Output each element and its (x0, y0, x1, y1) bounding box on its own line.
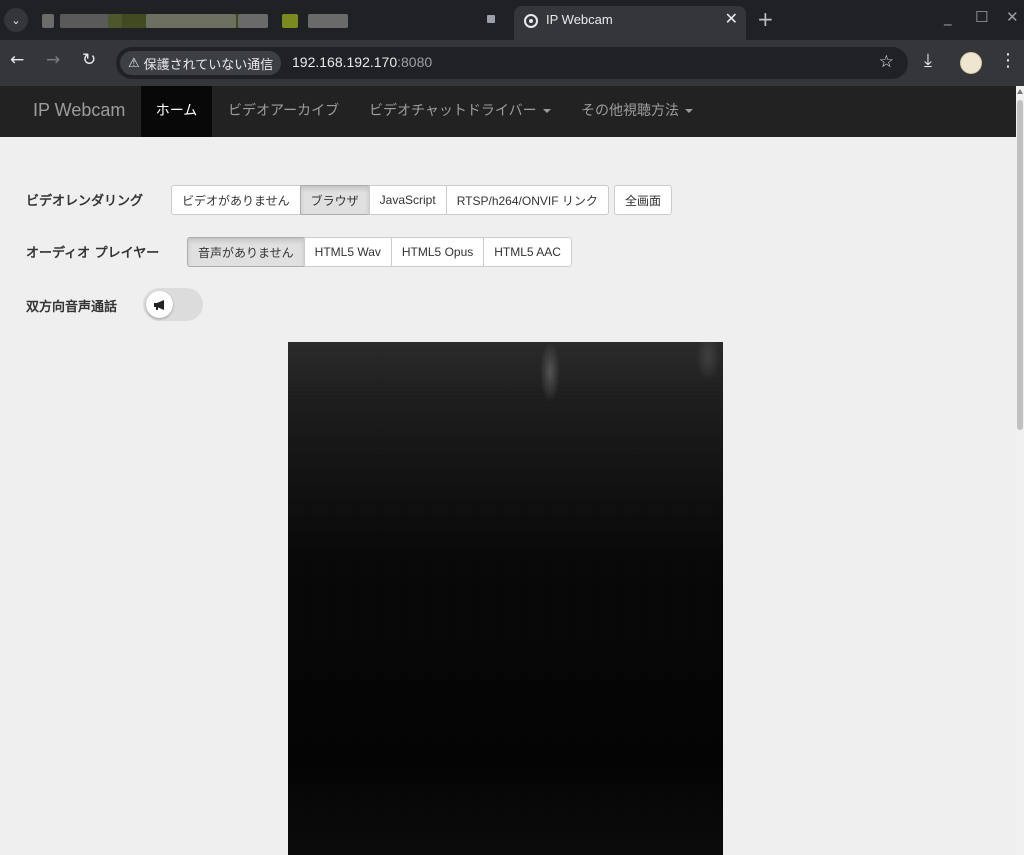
download-icon[interactable]: ⤓ (924, 50, 932, 71)
address-bar[interactable]: ⚠ 保護されていない通信 192.168.192.170:8080 ☆ (116, 47, 908, 79)
fullscreen-button[interactable]: 全画面 (614, 185, 673, 215)
tab-title: IP Webcam (546, 12, 613, 27)
window-close-icon[interactable]: ✕ (1006, 8, 1019, 26)
maximize-icon[interactable]: ☐ (975, 8, 988, 26)
warning-icon: ⚠ (128, 55, 140, 71)
video-option-rtsp[interactable]: RTSP/h264/ONVIF リンク (445, 185, 609, 215)
webcam-favicon-icon (524, 14, 538, 28)
profile-avatar[interactable] (960, 52, 982, 74)
audio-player-label: オーディオ プレイヤー (26, 246, 160, 261)
chevron-down-icon (685, 109, 693, 113)
url-text[interactable]: 192.168.192.170:8080 (292, 54, 432, 70)
active-tab[interactable]: IP Webcam ✕ (514, 6, 746, 40)
audio-option-aac[interactable]: HTML5 AAC (483, 237, 572, 267)
video-stream[interactable] (288, 342, 723, 855)
toggle-knob (146, 291, 173, 318)
security-label: 保護されていない通信 (143, 57, 274, 73)
new-tab-icon[interactable]: + (757, 7, 774, 31)
kebab-menu-icon[interactable]: ⋮ (999, 50, 1017, 71)
reload-icon[interactable]: ↻ (82, 50, 96, 70)
nav-other-viewing[interactable]: その他視聴方法 (581, 86, 693, 137)
nav-home[interactable]: ホーム (141, 86, 212, 137)
bookmark-star-icon[interactable]: ☆ (879, 52, 894, 72)
scroll-up-icon[interactable] (1017, 89, 1023, 94)
video-rendering-label: ビデオレンダリング (26, 194, 144, 209)
audio-option-opus[interactable]: HTML5 Opus (390, 237, 485, 267)
audio-option-wav[interactable]: HTML5 Wav (303, 237, 392, 267)
megaphone-icon (153, 299, 164, 310)
browser-toolbar: ← → ↻ ⚠ 保護されていない通信 192.168.192.170:8080 … (0, 40, 1024, 86)
back-icon[interactable]: ← (10, 50, 24, 70)
minimize-icon[interactable]: _ (944, 8, 952, 26)
video-rendering-options: ビデオがありません ブラウザ JavaScript RTSP/h264/ONVI… (171, 185, 609, 215)
two-way-audio-toggle[interactable] (143, 288, 203, 321)
tab-stop-icon (487, 15, 495, 23)
audio-player-options: 音声がありません HTML5 Wav HTML5 Opus HTML5 AAC (187, 237, 572, 267)
video-option-browser[interactable]: ブラウザ (299, 185, 370, 215)
scroll-thumb[interactable] (1017, 100, 1023, 430)
nav-video-archive[interactable]: ビデオアーカイブ (228, 86, 339, 137)
close-icon[interactable]: ✕ (725, 9, 738, 28)
site-navbar: IP Webcam ホーム ビデオアーカイブ ビデオチャットドライバー その他視… (0, 86, 1016, 137)
tab-search-chevron-icon[interactable]: ⌄ (4, 8, 28, 32)
chevron-down-icon (542, 109, 551, 113)
forward-icon[interactable]: → (46, 50, 60, 70)
page-scrollbar[interactable] (1016, 86, 1024, 855)
brand-logo-text[interactable]: IP Webcam (33, 100, 125, 121)
page-content: IP Webcam ホーム ビデオアーカイブ ビデオチャットドライバー その他視… (0, 86, 1016, 855)
video-option-javascript[interactable]: JavaScript (368, 185, 447, 215)
two-way-audio-label: 双方向音声通話 (26, 300, 118, 315)
browser-tab-strip: ⌄ IP Webcam ✕ + _ ☐ ✕ (0, 0, 1024, 40)
blurred-tab[interactable] (38, 6, 478, 34)
audio-option-none[interactable]: 音声がありません (187, 237, 305, 267)
security-chip[interactable]: ⚠ 保護されていない通信 (120, 51, 282, 75)
video-noise (288, 342, 723, 855)
video-option-none[interactable]: ビデオがありません (171, 185, 301, 215)
fullscreen-group: 全画面 (614, 185, 673, 215)
nav-video-chat-driver[interactable]: ビデオチャットドライバー (369, 86, 551, 137)
